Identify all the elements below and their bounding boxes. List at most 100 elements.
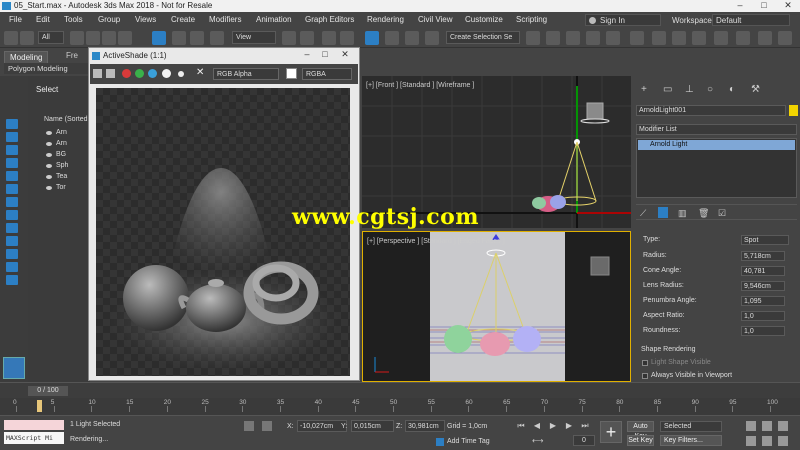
snap-icon[interactable] <box>322 31 336 45</box>
cone-angle-spinner[interactable]: 40,781 <box>741 266 785 276</box>
menu-customize[interactable]: Customize <box>465 15 503 24</box>
eye-icon[interactable] <box>46 131 52 135</box>
utilities-tab-icon[interactable]: ⚒ <box>751 85 761 95</box>
key-filters-button[interactable]: Key Filters... <box>660 435 722 446</box>
tab-freeform[interactable]: Fre <box>66 51 78 60</box>
set-key-button[interactable]: Set Key <box>627 435 654 446</box>
eye-icon[interactable] <box>46 175 52 179</box>
isolate-icon[interactable] <box>262 421 272 431</box>
z-coordinate-field[interactable]: 30,981cm <box>405 420 445 432</box>
keyboard-shortcut-icon[interactable] <box>300 31 314 45</box>
mirror-icon[interactable] <box>425 31 439 45</box>
motion-tab-icon[interactable]: ○ <box>707 85 717 95</box>
list-item[interactable]: Tor <box>56 184 66 191</box>
key-mode-icon[interactable]: ⟷ <box>532 436 543 446</box>
viewport-label[interactable]: [+] [Perspective ] [Standard ] [Edged Fa… <box>367 238 505 245</box>
menu-file[interactable]: File <box>9 15 22 24</box>
go-to-end-icon[interactable]: ⏭ <box>580 421 590 431</box>
graphite-toolbox-icon[interactable] <box>566 31 580 45</box>
list-item[interactable]: Tea <box>56 173 67 180</box>
save-image-icon[interactable] <box>93 69 102 78</box>
object-color-swatch[interactable] <box>789 105 798 116</box>
add-time-tag-button[interactable]: Add Time Tag <box>447 438 490 445</box>
pan-icon[interactable] <box>746 436 756 446</box>
always-visible-checkbox[interactable] <box>642 373 648 379</box>
set-key-big-icon[interactable]: + <box>600 421 622 443</box>
menu-create[interactable]: Create <box>171 15 195 24</box>
reference-coord-dropdown[interactable]: View <box>232 31 276 44</box>
channel-dropdown[interactable]: RGB Alpha <box>213 68 279 80</box>
time-slider[interactable]: 0 / 100 <box>28 386 68 396</box>
show-end-result-icon[interactable] <box>658 207 668 218</box>
go-to-start-icon[interactable]: ⏮ <box>516 421 526 431</box>
display-bones-icon[interactable] <box>6 236 18 246</box>
x-coordinate-field[interactable]: -10,027cm <box>297 420 347 432</box>
current-frame-field[interactable]: 0 <box>573 435 595 446</box>
perspective-viewport[interactable]: [+] [Perspective ] [Standard ] [Edged Fa… <box>362 231 631 382</box>
sign-in-button[interactable]: Sign In <box>585 14 661 26</box>
select-object-icon[interactable] <box>70 31 84 45</box>
light-type-dropdown[interactable]: Spot <box>741 235 789 245</box>
align-icon[interactable] <box>526 31 540 45</box>
alpha-channel-icon[interactable] <box>162 69 171 78</box>
link-icon[interactable] <box>20 31 34 45</box>
display-lights-icon[interactable] <box>6 158 18 168</box>
modifier-list-dropdown[interactable]: Modifier List <box>636 124 797 135</box>
activeshade-maximize-button[interactable]: □ <box>318 49 332 59</box>
display-geometry-icon[interactable] <box>6 132 18 142</box>
display-tab-icon[interactable]: ◐ <box>729 85 739 95</box>
minimize-button[interactable]: – <box>728 0 752 12</box>
selection-filter-dropdown[interactable]: All <box>38 31 64 44</box>
maximize-button[interactable]: □ <box>752 0 776 12</box>
ribbon-subtab-polygon-modeling[interactable]: Polygon Modeling <box>4 63 90 74</box>
eye-icon[interactable] <box>46 164 52 168</box>
modify-tab-icon[interactable]: ▭ <box>663 85 673 95</box>
menu-civil-view[interactable]: Civil View <box>418 15 453 24</box>
scene-explorer-select-menu[interactable]: Select <box>36 85 58 94</box>
workspace-dropdown[interactable]: Default <box>712 14 790 26</box>
list-item[interactable]: Sph <box>56 162 68 169</box>
curve-editor-icon[interactable] <box>586 31 600 45</box>
penumbra-angle-spinner[interactable]: 1,095 <box>741 296 785 306</box>
scale-icon[interactable] <box>190 31 204 45</box>
pivot-icon[interactable] <box>282 31 296 45</box>
menu-graph-editors[interactable]: Graph Editors <box>305 15 354 24</box>
previous-frame-icon[interactable]: ◀ <box>532 421 542 431</box>
render-production-icon[interactable] <box>692 31 706 45</box>
list-item[interactable]: Arn <box>56 140 67 147</box>
object-name-field[interactable]: ArnoldLight001 <box>636 105 786 116</box>
menu-views[interactable]: Views <box>135 15 156 24</box>
display-xrefs-icon[interactable] <box>6 223 18 233</box>
remove-modifier-icon[interactable]: 🗑 <box>698 208 709 219</box>
activeshade-minimize-button[interactable]: – <box>300 49 314 59</box>
toolbar-more-icon[interactable] <box>778 31 792 45</box>
lock-selection-icon[interactable] <box>244 421 254 431</box>
auto-key-button[interactable]: Auto Key <box>627 421 654 440</box>
maxscript-mini-listener[interactable]: MAXScript Mi <box>4 432 64 444</box>
configure-sets-icon[interactable]: ☑ <box>718 208 726 219</box>
activeshade-close-button[interactable]: ✕ <box>338 49 352 59</box>
keyframe-marker[interactable] <box>37 400 42 412</box>
copy-image-icon[interactable] <box>106 69 115 78</box>
aspect-ratio-spinner[interactable]: 1,0 <box>741 311 785 321</box>
y-coordinate-field[interactable]: 0,015cm <box>351 420 394 432</box>
menu-tools[interactable]: Tools <box>64 15 83 24</box>
angle-snap-icon[interactable] <box>340 31 354 45</box>
named-selection-dropdown[interactable]: Create Selection Se <box>446 31 520 44</box>
zoom-all-icon[interactable] <box>762 421 772 431</box>
render-view[interactable] <box>96 88 350 376</box>
menu-modifiers[interactable]: Modifiers <box>209 15 241 24</box>
play-icon[interactable]: ▶ <box>548 421 558 431</box>
display-groups-icon[interactable] <box>6 210 18 220</box>
stack-item-arnold-light[interactable]: Arnold Light <box>638 140 795 150</box>
make-unique-icon[interactable]: ▥ <box>678 208 687 219</box>
roundness-spinner[interactable]: 1,0 <box>741 326 785 336</box>
menu-scripting[interactable]: Scripting <box>516 15 547 24</box>
menu-edit[interactable]: Edit <box>36 15 50 24</box>
menu-group[interactable]: Group <box>98 15 120 24</box>
display-containers-icon[interactable] <box>6 249 18 259</box>
display-hidden-icon[interactable] <box>6 275 18 285</box>
display-mode-field[interactable]: RGBA <box>302 68 352 80</box>
material-editor-icon[interactable] <box>630 31 644 45</box>
orbit-icon[interactable] <box>762 436 772 446</box>
